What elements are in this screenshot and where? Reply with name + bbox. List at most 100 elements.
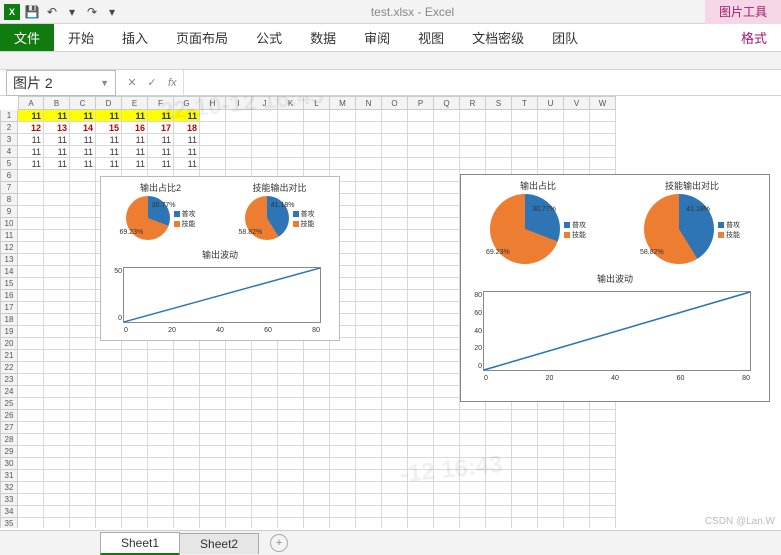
cell[interactable] (174, 350, 200, 362)
cell[interactable] (70, 410, 96, 422)
cell[interactable] (70, 206, 96, 218)
cell[interactable] (304, 446, 330, 458)
cell[interactable] (434, 410, 460, 422)
cell[interactable] (434, 290, 460, 302)
cell[interactable] (18, 326, 44, 338)
cell[interactable] (304, 494, 330, 506)
cell[interactable] (70, 278, 96, 290)
cell[interactable] (434, 266, 460, 278)
cell[interactable] (226, 518, 252, 528)
cell[interactable] (304, 146, 330, 158)
cell[interactable] (512, 446, 538, 458)
cell[interactable] (330, 422, 356, 434)
row-header[interactable]: 1 (0, 110, 18, 122)
cell[interactable] (70, 326, 96, 338)
cell[interactable]: 11 (174, 158, 200, 170)
cell[interactable] (226, 410, 252, 422)
cell[interactable] (382, 314, 408, 326)
cell[interactable] (408, 458, 434, 470)
column-header[interactable]: I (226, 96, 252, 110)
cell[interactable] (174, 386, 200, 398)
confirm-formula-icon[interactable]: ✓ (142, 76, 162, 89)
cell[interactable] (44, 398, 70, 410)
cell[interactable] (590, 446, 616, 458)
cell[interactable] (252, 374, 278, 386)
cell[interactable] (408, 338, 434, 350)
cell[interactable] (18, 278, 44, 290)
cell[interactable] (44, 362, 70, 374)
cell[interactable] (486, 110, 512, 122)
cell[interactable] (382, 278, 408, 290)
cell[interactable] (122, 362, 148, 374)
row-header[interactable]: 26 (0, 410, 18, 422)
cell[interactable] (408, 254, 434, 266)
cell[interactable] (434, 518, 460, 528)
cell[interactable] (382, 242, 408, 254)
cell[interactable] (382, 218, 408, 230)
cell[interactable] (434, 242, 460, 254)
column-header[interactable]: G (174, 96, 200, 110)
cell[interactable] (512, 494, 538, 506)
cell[interactable] (226, 158, 252, 170)
cell[interactable] (304, 482, 330, 494)
cell[interactable] (278, 422, 304, 434)
row-header[interactable]: 13 (0, 254, 18, 266)
cell[interactable] (434, 182, 460, 194)
cell[interactable] (356, 242, 382, 254)
cell[interactable] (356, 290, 382, 302)
tab-data[interactable]: 数据 (296, 24, 350, 51)
cell[interactable] (434, 494, 460, 506)
row-header[interactable]: 11 (0, 230, 18, 242)
cell[interactable] (44, 422, 70, 434)
cell[interactable] (18, 194, 44, 206)
cell[interactable] (512, 110, 538, 122)
cell[interactable] (408, 398, 434, 410)
cell[interactable] (70, 254, 96, 266)
cell[interactable] (564, 110, 590, 122)
cell[interactable] (538, 134, 564, 146)
tab-doc-security[interactable]: 文档密级 (458, 24, 538, 51)
cell[interactable] (18, 410, 44, 422)
cell[interactable] (460, 506, 486, 518)
cell[interactable] (590, 134, 616, 146)
cell[interactable] (434, 506, 460, 518)
cell[interactable] (330, 374, 356, 386)
cell[interactable] (434, 470, 460, 482)
cell[interactable] (460, 410, 486, 422)
cell[interactable] (70, 470, 96, 482)
cell[interactable] (538, 158, 564, 170)
cell[interactable] (70, 374, 96, 386)
cell[interactable] (486, 434, 512, 446)
cell[interactable] (382, 410, 408, 422)
cell[interactable]: 11 (174, 110, 200, 122)
tab-review[interactable]: 审阅 (350, 24, 404, 51)
cell[interactable]: 11 (96, 110, 122, 122)
cell[interactable] (44, 314, 70, 326)
cell[interactable] (356, 398, 382, 410)
cell[interactable] (148, 506, 174, 518)
cell[interactable] (460, 518, 486, 528)
cell[interactable] (408, 146, 434, 158)
cell[interactable] (330, 506, 356, 518)
cell[interactable] (538, 470, 564, 482)
cell[interactable] (18, 242, 44, 254)
cell[interactable] (356, 134, 382, 146)
tab-view[interactable]: 视图 (404, 24, 458, 51)
cell[interactable] (96, 350, 122, 362)
cell[interactable] (96, 362, 122, 374)
cell[interactable] (44, 410, 70, 422)
cell[interactable] (408, 242, 434, 254)
cell[interactable] (18, 374, 44, 386)
cell[interactable] (590, 518, 616, 528)
cell[interactable] (460, 482, 486, 494)
cell[interactable] (590, 158, 616, 170)
cell[interactable] (18, 482, 44, 494)
cell[interactable] (382, 302, 408, 314)
cell[interactable] (252, 122, 278, 134)
cell[interactable] (252, 434, 278, 446)
name-box[interactable]: 图片 2 ▼ (6, 70, 116, 96)
cell[interactable] (278, 494, 304, 506)
row-header[interactable]: 29 (0, 446, 18, 458)
cell[interactable] (174, 482, 200, 494)
cell[interactable] (590, 482, 616, 494)
